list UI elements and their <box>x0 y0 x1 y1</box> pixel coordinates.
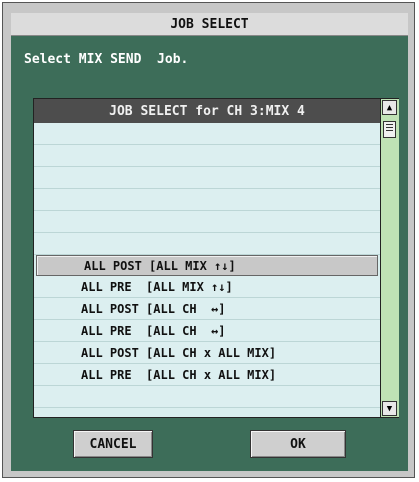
cancel-button[interactable]: CANCEL <box>73 430 153 458</box>
dialog-title: JOB SELECT <box>11 13 408 36</box>
scroll-thumb[interactable] <box>383 121 396 138</box>
empty-list-item <box>34 123 380 145</box>
empty-list-item <box>34 145 380 167</box>
arrow-down-icon[interactable]: ▼ <box>382 401 397 416</box>
empty-list-item <box>34 167 380 189</box>
list-item[interactable]: ALL POST [ALL MIX ↑↓] <box>36 255 378 276</box>
list-item[interactable]: ALL PRE [ALL CH x ALL MIX] <box>34 364 380 386</box>
scrollbar[interactable]: ▲ ▼ <box>380 99 399 417</box>
empty-list-item <box>34 386 380 408</box>
instruction-text: Select MIX SEND Job. <box>24 52 189 67</box>
job-rows: ALL POST [ALL MIX ↑↓] ALL PRE [ALL MIX ↑↓… <box>34 123 380 408</box>
arrow-up-icon[interactable]: ▲ <box>382 100 397 115</box>
list-item[interactable]: ALL PRE [ALL CH ↔] <box>34 320 380 342</box>
list-header: JOB SELECT for CH 3:MIX 4 <box>34 99 380 124</box>
ok-button[interactable]: OK <box>250 430 346 458</box>
empty-list-item <box>34 189 380 211</box>
empty-list-item <box>34 233 380 255</box>
list-item[interactable]: ALL POST [ALL CH x ALL MIX] <box>34 342 380 364</box>
list-item[interactable]: ALL PRE [ALL MIX ↑↓] <box>34 276 380 298</box>
list-item[interactable]: ALL POST [ALL CH ↔] <box>34 298 380 320</box>
empty-list-item <box>34 211 380 233</box>
job-list: JOB SELECT for CH 3:MIX 4 ALL POST [ALL … <box>33 98 399 418</box>
